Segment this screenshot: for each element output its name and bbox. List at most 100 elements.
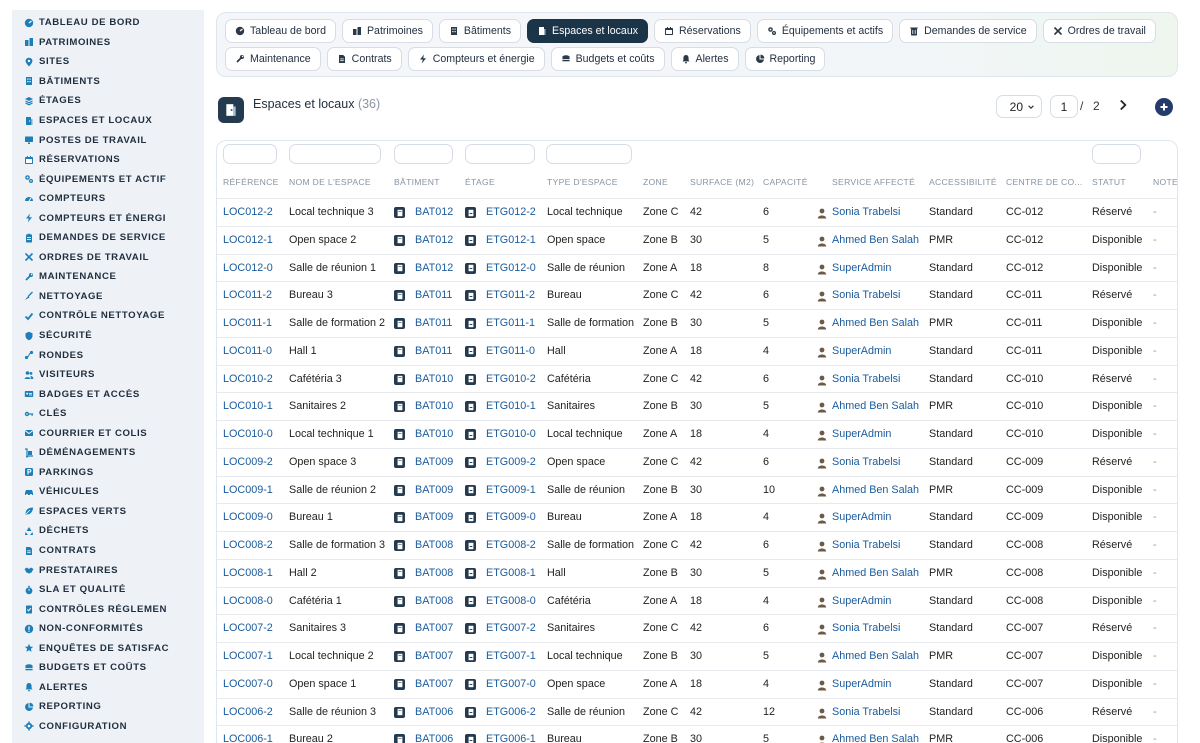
cell--tage[interactable]: ETG011-0 (486, 345, 535, 357)
cell-r-f-rence[interactable]: LOC009-0 (223, 511, 273, 523)
filter-reference[interactable] (223, 144, 277, 164)
tab-row2-3[interactable]: Budgets et coûts (550, 47, 665, 71)
cell-r-f-rence[interactable]: LOC006-2 (223, 706, 273, 718)
cell-service-affect-[interactable]: Ahmed Ben Salah (832, 733, 919, 743)
sidebar-item-22[interactable]: DÉMÉNAGEMENTS (12, 443, 204, 463)
sidebar-item-14[interactable]: NETTOYAGE (12, 287, 204, 307)
column-header-10[interactable]: CENTRE DE CO... (1006, 177, 1086, 187)
cell-r-f-rence[interactable]: LOC008-2 (223, 539, 273, 551)
column-header-5[interactable]: ZONE (643, 177, 668, 187)
column-header-2[interactable]: BÂTIMENT (394, 177, 440, 187)
cell-b-timent[interactable]: BAT011 (415, 317, 452, 329)
cell--tage[interactable]: ETG007-0 (486, 678, 536, 690)
table-row[interactable]: LOC010-1 Sanitaires 2 BAT010 ETG010-1 Sanita… (217, 392, 1177, 420)
cell-b-timent[interactable]: BAT008 (415, 567, 453, 579)
sidebar-item-3[interactable]: BÂTIMENTS (12, 72, 204, 92)
cell--tage[interactable]: ETG012-0 (486, 262, 536, 274)
sidebar-item-18[interactable]: VISITEURS (12, 365, 204, 385)
cell-r-f-rence[interactable]: LOC012-1 (223, 234, 273, 246)
cell-b-timent[interactable]: BAT011 (415, 289, 452, 301)
cell-service-affect-[interactable]: SuperAdmin (832, 262, 891, 274)
table-row[interactable]: LOC006-1 Bureau 2 BAT006 ETG006-1 Bureau Zone… (217, 725, 1177, 743)
table-row[interactable]: LOC009-0 Bureau 1 BAT009 ETG009-0 Bureau Zone… (217, 503, 1177, 531)
table-row[interactable]: LOC008-0 Cafétéria 1 BAT008 ETG008-0 Cafétér… (217, 586, 1177, 615)
sidebar-item-36[interactable]: CONFIGURATION (12, 717, 204, 737)
sidebar-item-1[interactable]: PATRIMOINES (12, 33, 204, 53)
table-row[interactable]: LOC012-2 Local technique 3 BAT012 ETG012-2 L… (217, 198, 1177, 226)
cell-service-affect-[interactable]: SuperAdmin (832, 511, 891, 523)
sidebar-item-2[interactable]: SITES (12, 52, 204, 72)
cell-r-f-rence[interactable]: LOC007-1 (223, 650, 273, 662)
filter-floor[interactable] (465, 144, 535, 164)
cell-service-affect-[interactable]: Ahmed Ben Salah (832, 400, 919, 412)
table-row[interactable]: LOC011-2 Bureau 3 BAT011 ETG011-2 Bureau Zone… (217, 281, 1177, 309)
sidebar-item-5[interactable]: ESPACES ET LOCAUX (12, 111, 204, 131)
cell--tage[interactable]: ETG009-1 (486, 484, 536, 496)
column-header-4[interactable]: TYPE D'ESPACE (547, 177, 618, 187)
table-row[interactable]: LOC010-0 Local technique 1 BAT010 ETG010-0 L… (217, 420, 1177, 448)
table-row[interactable]: LOC011-1 Salle de formation 2 BAT011 ETG011… (217, 309, 1177, 337)
column-header-3[interactable]: ÉTAGE (465, 177, 495, 187)
cell-r-f-rence[interactable]: LOC007-2 (223, 622, 273, 634)
cell-r-f-rence[interactable]: LOC009-1 (223, 484, 273, 496)
cell--tage[interactable]: ETG009-2 (486, 456, 536, 468)
tab-row1-2[interactable]: Bâtiments (438, 19, 522, 43)
sidebar-item-25[interactable]: ESPACES VERTS (12, 502, 204, 522)
cell--tage[interactable]: ETG008-0 (486, 595, 536, 607)
cell-service-affect-[interactable]: SuperAdmin (832, 428, 891, 440)
tab-row1-7[interactable]: Ordres de travail (1042, 19, 1156, 43)
next-page-button[interactable] (1116, 97, 1130, 113)
tab-row2-2[interactable]: Compteurs et énergie (407, 47, 545, 71)
cell-service-affect-[interactable]: Sonia Trabelsi (832, 289, 900, 301)
sidebar-item-4[interactable]: ÉTAGES (12, 91, 204, 111)
sidebar-item-20[interactable]: CLÉS (12, 404, 204, 424)
cell--tage[interactable]: ETG011-1 (486, 317, 535, 329)
sidebar-item-35[interactable]: REPORTING (12, 697, 204, 717)
cell-b-timent[interactable]: BAT007 (415, 678, 453, 690)
table-row[interactable]: LOC011-0 Hall 1 BAT011 ETG011-0 Hall Zone A 18… (217, 336, 1177, 365)
sidebar-item-29[interactable]: SLA ET QUALITÉ (12, 580, 204, 600)
tab-row1-3[interactable]: Espaces et locaux (527, 19, 649, 43)
table-row[interactable]: LOC010-2 Cafétéria 3 BAT010 ETG010-2 Cafétér… (217, 364, 1177, 393)
cell-service-affect-[interactable]: Ahmed Ben Salah (832, 567, 919, 579)
column-header-8[interactable]: SERVICE AFFECTÉ (832, 177, 915, 187)
sidebar-item-33[interactable]: BUDGETS ET COÛTS (12, 658, 204, 678)
cell-r-f-rence[interactable]: LOC007-0 (223, 678, 273, 690)
cell-service-affect-[interactable]: Sonia Trabelsi (832, 539, 900, 551)
cell-b-timent[interactable]: BAT012 (415, 206, 453, 218)
table-row[interactable]: LOC012-1 Open space 2 BAT012 ETG012-1 Open s… (217, 225, 1177, 254)
sidebar-item-32[interactable]: ENQUÊTES DE SATISFAC (12, 639, 204, 659)
cell-b-timent[interactable]: BAT011 (415, 345, 452, 357)
sidebar-item-17[interactable]: RONDES (12, 345, 204, 365)
cell-service-affect-[interactable]: Sonia Trabelsi (832, 373, 900, 385)
tab-row2-4[interactable]: Alertes (670, 47, 739, 71)
cell-service-affect-[interactable]: SuperAdmin (832, 678, 891, 690)
sidebar-item-16[interactable]: SÉCURITÉ (12, 326, 204, 346)
cell-service-affect-[interactable]: Sonia Trabelsi (832, 706, 900, 718)
sidebar-item-15[interactable]: CONTRÔLE NETTOYAGE (12, 306, 204, 326)
cell-b-timent[interactable]: BAT010 (415, 373, 453, 385)
cell-service-affect-[interactable]: SuperAdmin (832, 595, 891, 607)
tab-row2-1[interactable]: Contrats (326, 47, 402, 71)
page-number-input[interactable] (1050, 95, 1078, 118)
sidebar-item-31[interactable]: NON-CONFORMITÉS (12, 619, 204, 639)
cell--tage[interactable]: ETG008-1 (486, 567, 536, 579)
cell-b-timent[interactable]: BAT007 (415, 650, 453, 662)
cell-service-affect-[interactable]: Ahmed Ben Salah (832, 234, 919, 246)
cell--tage[interactable]: ETG007-2 (486, 622, 536, 634)
column-header-11[interactable]: STATUT (1092, 177, 1126, 187)
cell-r-f-rence[interactable]: LOC011-0 (223, 345, 272, 357)
cell-r-f-rence[interactable]: LOC012-2 (223, 206, 273, 218)
sidebar-item-27[interactable]: CONTRATS (12, 541, 204, 561)
cell-r-f-rence[interactable]: LOC012-0 (223, 262, 273, 274)
tab-row2-5[interactable]: Reporting (744, 47, 826, 71)
cell--tage[interactable]: ETG009-0 (486, 511, 536, 523)
cell-b-timent[interactable]: BAT009 (415, 456, 453, 468)
sidebar-item-13[interactable]: MAINTENANCE (12, 267, 204, 287)
table-row[interactable]: LOC008-1 Hall 2 BAT008 ETG008-1 Hall Zone B 30… (217, 558, 1177, 587)
tab-row1-5[interactable]: Équipements et actifs (756, 19, 894, 43)
cell--tage[interactable]: ETG011-2 (486, 289, 535, 301)
sidebar-item-34[interactable]: ALERTES (12, 678, 204, 698)
sidebar-item-8[interactable]: ÉQUIPEMENTS ET ACTIF (12, 169, 204, 189)
cell--tage[interactable]: ETG006-1 (486, 733, 536, 743)
